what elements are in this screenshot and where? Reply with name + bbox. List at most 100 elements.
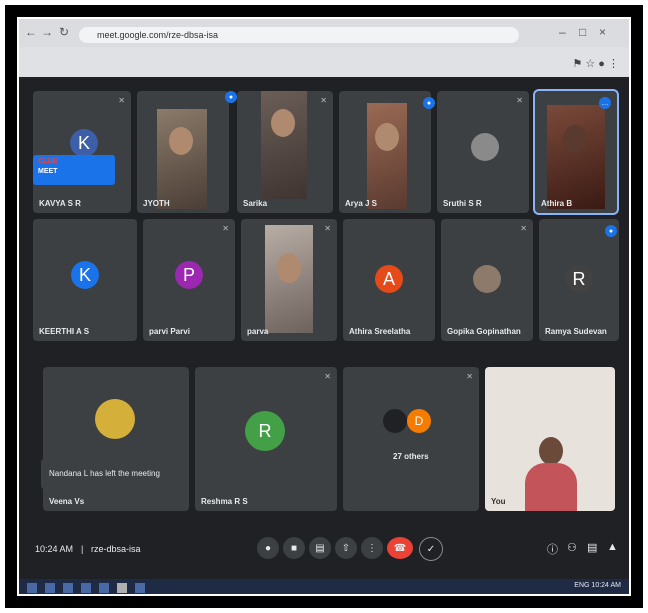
meeting-time: 10:24 AM [35,544,74,554]
avatar: R [245,411,285,451]
participant-name: Athira B [541,199,573,208]
speaking-icon: ● [605,225,617,237]
forward-icon[interactable]: → [41,25,53,39]
video-feed [367,103,407,209]
others-count: 27 others [393,452,429,461]
participant-tile[interactable]: A Athira Sreelatha [343,219,435,341]
avatar: P [175,261,203,289]
participant-name: KAVYA S R [39,199,81,208]
video-feed [547,105,605,209]
avatar-photo [95,399,135,439]
participant-tile[interactable]: Veena Vs [43,367,189,511]
app-icon[interactable] [135,583,145,593]
mic-off-icon: ✕ [222,224,229,233]
speaking-icon: ● [225,91,237,103]
participant-tile[interactable]: ✕ Gopika Gopinathan [441,219,533,341]
activities-icon[interactable]: ▲ [607,541,618,553]
control-bar: 10:24 AM | rze-dbsa-isa ● ■ ▤ ⇧ ⋮ ☎ ✓ ⓘ … [19,525,629,579]
taskview-icon[interactable] [63,583,73,593]
participant-name: Athira Sreelatha [349,327,411,336]
participant-name: KEERTHI A S [39,327,90,336]
address-bar[interactable]: meet.google.com/rze-dbsa-isa [79,27,519,43]
edge-icon[interactable] [81,583,91,593]
badge-line1: CLUB [38,158,58,165]
avatar-photo [473,265,501,293]
participant-tile[interactable]: JYOTH [137,91,229,213]
more-options-button[interactable]: ⋮ [361,537,383,559]
camera-button[interactable]: ■ [283,537,305,559]
participant-tile-self[interactable]: You [485,367,615,511]
reload-icon[interactable]: ↻ [59,25,69,39]
participant-name: Arya J S [345,199,378,208]
mic-off-icon: ✕ [466,372,473,381]
chrome-icon[interactable] [117,583,127,593]
participant-tile[interactable]: Arya J S [339,91,431,213]
video-feed [261,91,307,199]
speaking-icon: ● [423,97,435,109]
mic-button[interactable]: ● [257,537,279,559]
avatar: A [375,265,403,293]
chat-icon[interactable]: ▤ [587,541,597,554]
extension-icons[interactable]: ⚑ ☆ ● ⋮ [572,57,619,70]
participant-name: Veena Vs [49,497,85,506]
video-feed [157,109,207,209]
participant-name: Gopika Gopinathan [447,327,521,336]
tray-time: 10:24 AM [591,582,621,589]
body [525,463,577,511]
more-options-icon[interactable]: … [599,97,611,109]
participant-name: Sarika [243,199,268,208]
avatar-photo [383,409,407,433]
mic-off-icon: ✕ [516,96,523,105]
participant-name: parva [247,327,269,336]
people-icon[interactable]: ⚇ [567,541,577,554]
avatar: R [565,265,593,293]
participant-name: You [491,497,506,506]
participant-tile[interactable]: P ✕ parvi Parvi [143,219,235,341]
system-tray[interactable]: ENG 10:24 AM [574,582,621,589]
maximize-icon[interactable]: □ [579,25,586,39]
screen: ← → ↻ meet.google.com/rze-dbsa-isa – □ ×… [17,17,631,596]
meeting-code: rze-dbsa-isa [91,544,141,554]
participant-tile[interactable]: R ✕ Reshma R S [195,367,337,511]
participant-tile[interactable]: K ✕ KAVYA S R [33,91,131,213]
participant-tile[interactable]: R ● Ramya Sudevan [539,219,619,341]
end-call-button[interactable]: ☎ [387,537,413,559]
participant-tile[interactable]: D ✕ 27 others [343,367,479,511]
separator: | [81,544,84,554]
avatar: K [71,261,99,289]
start-icon[interactable] [27,583,37,593]
badge-line2: MEET [38,168,58,175]
browser-chrome: ← → ↻ meet.google.com/rze-dbsa-isa – □ ×… [19,19,629,77]
mic-off-icon: ✕ [324,372,331,381]
tray-lang: ENG [574,582,590,589]
folder-icon[interactable] [99,583,109,593]
participant-name: Ramya Sudevan [545,327,607,336]
captions-button[interactable]: ▤ [309,537,331,559]
close-icon[interactable]: × [599,25,606,39]
participant-name: Sruthi S R [443,199,482,208]
avatar-photo [471,133,499,161]
avatar: K [70,129,98,157]
check-icon[interactable]: ✓ [419,537,443,561]
face [539,437,563,465]
face [375,123,399,151]
club-meet-badge: CLUB MEET [33,155,115,185]
search-icon[interactable] [45,583,55,593]
mic-off-icon: ✕ [324,224,331,233]
minimize-icon[interactable]: – [559,25,566,39]
present-button[interactable]: ⇧ [335,537,357,559]
participant-tile[interactable]: ✕ Sruthi S R [437,91,529,213]
participant-name: JYOTH [143,199,170,208]
video-feed [265,225,313,333]
meet-grid: K ✕ KAVYA S R CLUB MEET JYOTH ● ✕ Sarika… [19,77,629,525]
back-icon[interactable]: ← [25,25,37,39]
avatar: D [407,409,431,433]
participant-tile[interactable]: ✕ Sarika [237,91,333,213]
mic-off-icon: ✕ [520,224,527,233]
mic-off-icon: ✕ [320,96,327,105]
mic-off-icon: ✕ [118,96,125,105]
info-icon[interactable]: ⓘ [547,541,558,557]
participant-tile-active[interactable]: … Athira B [533,89,619,215]
participant-tile[interactable]: K KEERTHI A S [33,219,137,341]
participant-tile[interactable]: ✕ parva [241,219,337,341]
